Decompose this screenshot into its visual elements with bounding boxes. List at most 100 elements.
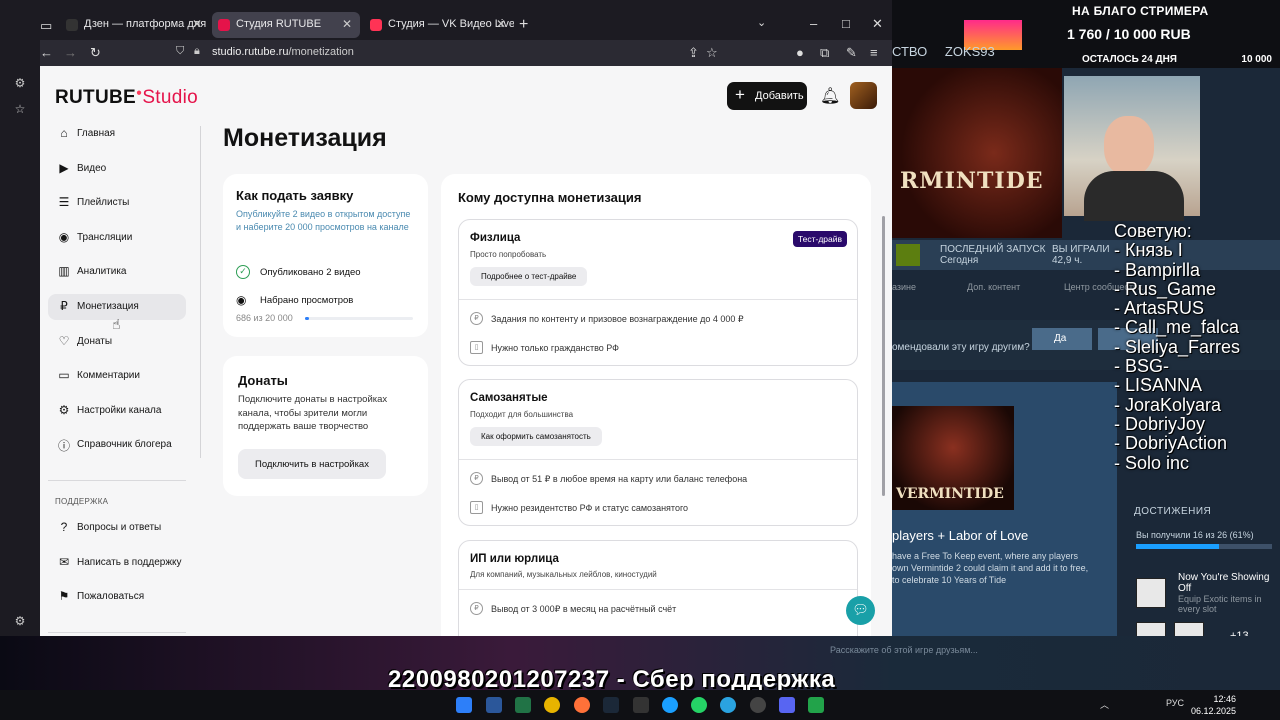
settings-icon[interactable]: ⚙ [12, 76, 28, 92]
tab-vk-video[interactable]: Студия — VK Видео Live ✕ [364, 12, 514, 38]
achievements-count: Вы получили 16 из 26 (61%) [1136, 530, 1254, 540]
chat-icon: 💬︎ [852, 602, 869, 617]
sidebar-item-n8[interactable]: ⚙ Настройки канала [48, 398, 186, 424]
telegram-icon[interactable] [720, 697, 736, 713]
gear-icon[interactable]: ⚙ [12, 614, 28, 630]
menu-icon[interactable]: ≡ [870, 45, 878, 60]
sidebar-item-n0[interactable]: ⌂ Главная [48, 121, 186, 147]
friends-note: Расскажите об этой игре друзьям... [830, 645, 978, 655]
self-employed-guide-button[interactable]: Как оформить самозанятость [470, 427, 602, 446]
sidebar-item-n9[interactable]: ⓘ Справочник блогера [48, 432, 186, 458]
close-icon[interactable]: ✕ [192, 17, 202, 31]
webcam-body [1084, 171, 1184, 221]
back-icon[interactable]: ← [40, 45, 53, 60]
sidebar-item-n7[interactable]: ▭ Комментарии [48, 363, 186, 389]
minimize-icon[interactable]: – [810, 16, 817, 31]
translate-icon[interactable]: ⇪ [688, 45, 699, 61]
word-icon[interactable] [486, 697, 502, 713]
edge-icon[interactable] [662, 697, 678, 713]
analytics-icon: ▥ [58, 264, 70, 279]
app-icon[interactable] [808, 697, 824, 713]
ruble-icon: ₽ [470, 472, 483, 485]
playlist-icon: ☰ [58, 195, 70, 210]
browser-window: ▭ Дзен — платформа для просм ✕ Студия RU… [0, 0, 892, 636]
obs-icon[interactable] [750, 697, 766, 713]
whatsapp-icon[interactable] [691, 697, 707, 713]
last-launch: ПОСЛЕДНИЙ ЗАПУСК Сегодня [940, 244, 1045, 266]
sidebar-item-label: Плейлисты [77, 197, 130, 209]
tier-title: ИП или юрлица [470, 553, 559, 565]
excel-icon[interactable] [515, 697, 531, 713]
tier-self-employed: Самозанятые Подходит для большинства Как… [458, 379, 858, 526]
profile-icon[interactable]: ● [796, 45, 804, 60]
shield-icon[interactable]: ⛉ [176, 45, 184, 58]
windows-start-icon[interactable] [456, 697, 472, 713]
sidebar-item-s0[interactable]: ? Вопросы и ответы [48, 515, 186, 541]
book-icon: ▯ [470, 341, 483, 354]
tier-feature-text: Нужно резидентство РФ и статус самозанят… [491, 503, 689, 513]
news-image-title: VERMINTIDE [896, 486, 1004, 502]
ruble-icon: ₽ [60, 298, 68, 313]
bookmark-icon[interactable]: ☆ [706, 45, 718, 61]
avatar[interactable] [850, 82, 877, 109]
sidebar-item-label: Комментарии [77, 370, 140, 382]
tier-feature-text: Вывод от 3 000₽ в месяц на расчётный счё… [491, 604, 677, 614]
chat-app-icon[interactable] [779, 697, 795, 713]
reload-icon[interactable]: ↻ [90, 45, 101, 61]
sidebar-item-s2[interactable]: ⚑ Пожаловаться [48, 584, 186, 610]
extensions-icon[interactable]: ⧉ [820, 45, 829, 61]
achievement-name: Now You're Showing Off [1178, 572, 1270, 594]
support-chat-button[interactable]: 💬︎ [846, 596, 875, 625]
achievements-progress [1136, 544, 1272, 549]
apply-card: Как подать заявку Опубликуйте 2 видео в … [223, 174, 428, 337]
sidebar-item-s1[interactable]: ✉ Написать в поддержку [48, 550, 186, 576]
chat-overlay: Советую: - Князь I- Bampirlla - Rus_Game - … [1114, 221, 1280, 473]
sidebar-item-n1[interactable]: ▶ Видео [48, 156, 186, 182]
tabs-list-icon[interactable]: ▭ [40, 18, 52, 34]
sidebar-item-n4[interactable]: ▥ Аналитика [48, 259, 186, 285]
address-bar[interactable]: ⛉ 🔒︎ studio.rutube.ru/monetization [170, 43, 730, 63]
firefox-icon[interactable] [574, 697, 590, 713]
star-icon[interactable]: ☆ [12, 102, 28, 118]
tab-rutube-studio[interactable]: Студия RUTUBE ✕ [212, 12, 360, 38]
close-icon[interactable]: ✕ [342, 17, 352, 31]
dzen-favicon [66, 19, 78, 31]
close-icon[interactable]: ✕ [496, 17, 506, 31]
chevron-down-icon[interactable]: ⌄ [757, 16, 766, 29]
tab-dzen[interactable]: Дзен — платформа для просм ✕ [60, 12, 210, 38]
clock[interactable]: 12:46 06.12.2025 [1191, 693, 1236, 717]
test-drive-details-button[interactable]: Подробнее о тест-драйве [470, 267, 588, 286]
sidebar-item-n6[interactable]: ♡ Донаты [48, 329, 186, 355]
connect-donates-button[interactable]: Подключить в настройках [238, 449, 386, 479]
forward-icon[interactable]: → [64, 45, 77, 60]
book-icon: ▯ [470, 501, 483, 514]
sidebar-item-n3[interactable]: ◉ Трансляции [48, 225, 186, 251]
app-icon[interactable] [544, 697, 560, 713]
bell-icon[interactable]: 🔔︎ [820, 86, 840, 106]
tier-title: Самозанятые [470, 392, 548, 404]
sidebar-item-label: Пожаловаться [77, 591, 145, 603]
last-launch-value: Сегодня [940, 255, 979, 266]
chat-line: - Call_me_falca [1114, 317, 1240, 338]
sidebar-item-label: Настройки канала [77, 404, 162, 416]
ruble-icon: ₽ [470, 312, 483, 325]
color-picker-icon[interactable]: ✎ [846, 45, 857, 61]
sidebar-item-n2[interactable]: ☰ Плейлисты [48, 190, 186, 216]
chevron-up-icon[interactable]: ︿ [1100, 698, 1109, 711]
studio-sidebar: ⌂ Главная ▶ Видео ☰ Плейлисты ◉ Трансляции ▥ Анал… [48, 121, 186, 467]
rutube-studio-logo[interactable]: RUTUBE●Studio [55, 87, 198, 109]
donates-title: Донаты [238, 373, 288, 388]
maximize-icon[interactable]: □ [842, 16, 850, 31]
close-window-icon[interactable]: ✕ [872, 16, 883, 32]
clock-time: 12:46 [1213, 694, 1236, 704]
views-progress-text: 686 из 20 000 [236, 313, 293, 323]
add-button[interactable]: + Добавить [727, 82, 807, 110]
tier-subtitle: Для компаний, музыкальных лейблов, кинос… [470, 570, 657, 579]
tier-feature: ₽ Задания по контенту и призовое вознагра… [470, 312, 744, 325]
steam-icon[interactable] [603, 697, 619, 713]
language-indicator[interactable]: РУС [1166, 698, 1184, 708]
epic-icon[interactable] [633, 697, 649, 713]
windows-taskbar: ︿ РУС 12:46 06.12.2025 [0, 690, 1280, 720]
new-tab-icon[interactable]: + [519, 16, 528, 34]
scrollbar[interactable] [882, 216, 885, 496]
